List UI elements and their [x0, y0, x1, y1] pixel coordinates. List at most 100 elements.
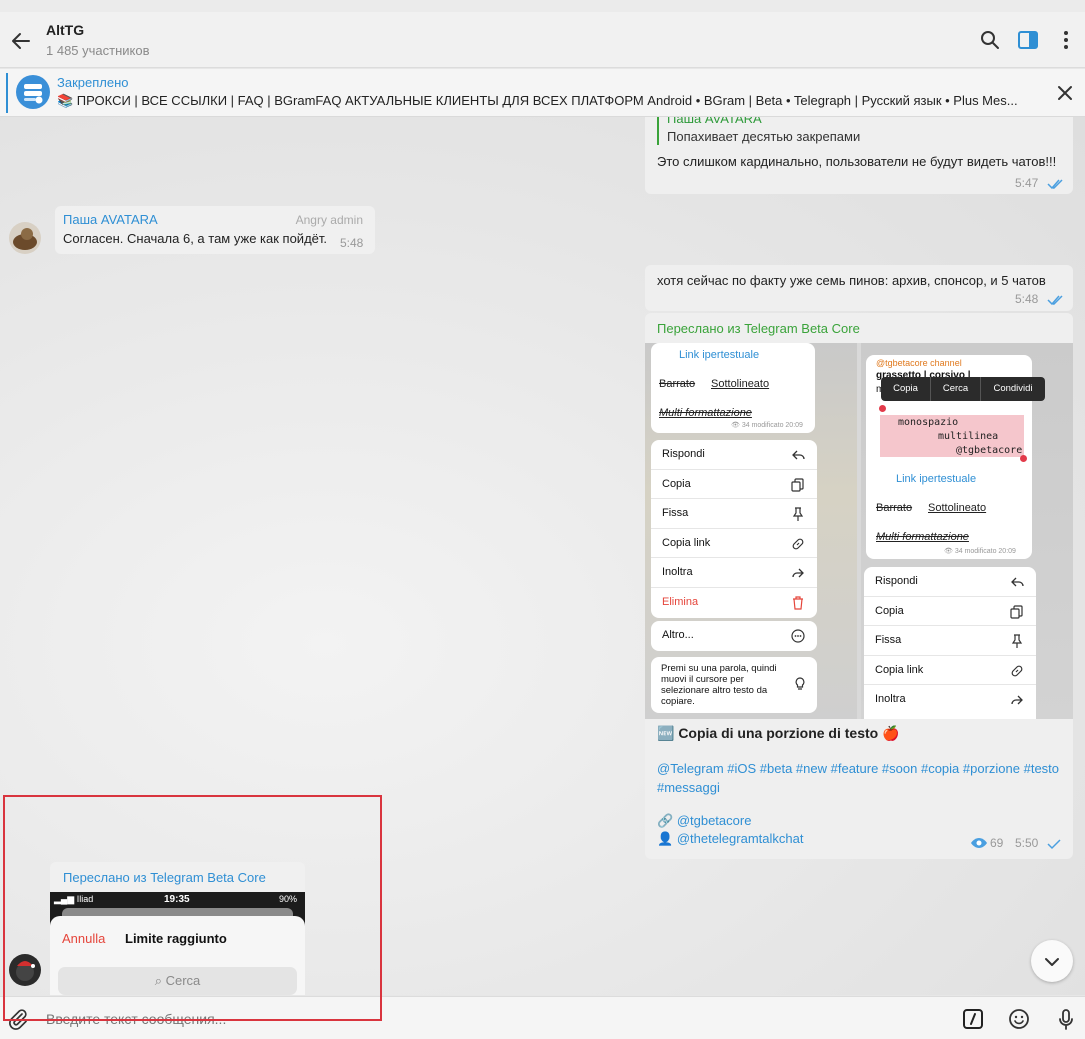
user-emoji: 👤: [657, 831, 674, 846]
search-icon[interactable]: [979, 29, 1001, 51]
screenshot-image[interactable]: Link ipertestuale Barrato Sottolineato M…: [645, 343, 1073, 719]
chat-link[interactable]: @thetelegramtalkchat: [677, 831, 804, 846]
caption-link-2[interactable]: 👤 @thetelegramtalkchat: [657, 831, 803, 847]
message-text: Согласен. Сначала 6, а там уже как пойдё…: [63, 231, 328, 246]
screenshot-message-card: Link ipertestuale Barrato Sottolineato M…: [651, 343, 815, 433]
screenshot-channel-name: @tgbetacore channel: [876, 358, 962, 368]
message-bubble-outgoing[interactable]: Паша AVATARA Попахивает десятью закрепам…: [645, 117, 1073, 194]
menu-item: Rispondi: [651, 440, 817, 470]
message-time: 5:48: [340, 236, 364, 250]
selection-handle-end: [1020, 455, 1027, 462]
pinned-label: Закреплено: [57, 75, 129, 90]
link-icon: [1011, 665, 1023, 677]
caption-title: 🆕 Copia di una porzione di testo 🍎: [657, 725, 900, 741]
popup-copy: Copia: [881, 377, 931, 401]
pin-icon: [1011, 634, 1023, 649]
pinned-thumbnail: [16, 75, 50, 109]
screenshot-selection: monospazio multilinea @tgbetacore: [880, 415, 1024, 457]
menu-item: Copia link: [651, 529, 817, 559]
sidebar-toggle-icon[interactable]: [1017, 29, 1039, 51]
screenshot-strike-text: Barrato: [659, 378, 696, 390]
message-bubble-outgoing[interactable]: хотя сейчас по факту уже семь пинов: арх…: [645, 265, 1073, 311]
screenshot-meta: 👁 34 modificato 20:09: [731, 422, 803, 429]
link-emoji: 🔗: [657, 813, 674, 828]
sender-name[interactable]: Паша AVATARA: [63, 212, 158, 227]
popup-search: Cerca: [931, 377, 981, 401]
message-bubble-forwarded[interactable]: Переслано из Telegram Beta Core Link ipe…: [645, 313, 1073, 859]
reply-text: Попахивает десятью закрепами: [667, 129, 861, 144]
lightbulb-icon: [795, 677, 805, 690]
screenshot-text-popup: Copia Cerca Condividi: [881, 377, 1045, 401]
scroll-down-button[interactable]: [1031, 940, 1073, 982]
chat-title[interactable]: AltTG: [46, 22, 84, 38]
view-count: 69: [990, 836, 1004, 850]
highlight-annotation-box: [3, 795, 382, 1021]
screenshot-multi-text: Multi formattazione: [659, 407, 752, 419]
avatar[interactable]: [9, 222, 41, 254]
double-check-icon: [1047, 179, 1063, 190]
screenshot-context-menu: Rispondi Copia Fissa Copia link Inoltra: [864, 567, 1036, 719]
screenshot-right-panel: @tgbetacore channel grassetto | corsivo …: [861, 343, 1073, 719]
menu-item: Inoltra: [864, 685, 1036, 715]
trash-icon: [793, 596, 803, 610]
screenshot-underline-text: Sottolineato: [711, 378, 770, 390]
reply-author: Паша AVATARA: [667, 117, 762, 126]
pinned-text: 📚 ПРОКСИ | ВСЕ ССЫЛКИ | FAQ | BGramFAQ А…: [57, 93, 1018, 108]
chevron-down-icon: [1045, 958, 1059, 966]
screenshot-context-menu: Rispondi Copia Fissa Copia link Inoltra …: [651, 440, 817, 618]
back-arrow-icon[interactable]: [10, 30, 32, 52]
popup-share: Condividi: [993, 383, 1033, 394]
pinned-indicator: [6, 73, 8, 113]
screenshot-strike-text: Barrato: [876, 502, 913, 514]
caption-link-1[interactable]: 🔗 @tgbetacore: [657, 813, 751, 829]
menu-item: Copia: [651, 470, 817, 500]
message-text: хотя сейчас по факту уже семь пинов: арх…: [657, 273, 1046, 288]
screenshot-mono1: monospazio: [898, 417, 959, 428]
message-time: 5:47: [1015, 176, 1039, 190]
message-time: 5:48: [1015, 292, 1039, 306]
message-text: Это слишком кардинально, пользователи не…: [657, 154, 1057, 169]
copy-icon: [1010, 604, 1023, 619]
menu-item: Copia link: [864, 656, 1036, 686]
more-icon: [791, 629, 805, 643]
message-bubble-incoming[interactable]: Паша AVATARA Angry admin Согласен. Снача…: [55, 206, 375, 254]
menu-item: Inoltra: [651, 558, 817, 588]
member-count: 1 485 участников: [46, 43, 150, 58]
emoji-icon[interactable]: [1008, 1008, 1030, 1030]
pinned-message-bar[interactable]: Закреплено 📚 ПРОКСИ | ВСЕ ССЫЛКИ | FAQ |…: [0, 69, 1085, 117]
message-time: 5:50: [1015, 836, 1039, 850]
screenshot-multi-text: Multi formattazione: [876, 531, 969, 543]
forward-icon: [792, 568, 804, 578]
caption-hashtags[interactable]: @Telegram #iOS #beta #new #feature #soon…: [657, 759, 1062, 797]
menu-item: Fissa: [864, 626, 1036, 656]
bot-commands-icon[interactable]: [962, 1008, 984, 1030]
menu-item: Copia: [864, 597, 1036, 627]
menu-item: Altro...: [651, 621, 817, 651]
menu-item: Elimina: [651, 588, 817, 618]
screenshot-link-text: Link ipertestuale: [679, 349, 760, 361]
reply-icon: [1011, 577, 1024, 587]
double-check-icon: [1047, 295, 1063, 306]
selection-handle-start: [879, 405, 886, 412]
reply-bar: [657, 117, 659, 145]
more-menu-icon[interactable]: [1055, 29, 1077, 51]
screenshot-hint-text: Premi su una parola, quindi muovi il cur…: [661, 663, 777, 707]
chat-header: AltTG 1 485 участников: [0, 12, 1085, 68]
screenshot-link-text: Link ipertestuale: [896, 473, 977, 485]
reply-icon: [792, 450, 805, 460]
screenshot-hint-card: Premi su una parola, quindi muovi il cur…: [651, 657, 817, 713]
microphone-icon[interactable]: [1055, 1008, 1077, 1030]
close-icon[interactable]: [1055, 83, 1075, 103]
menu-item: Rispondi: [864, 567, 1036, 597]
admin-title: Angry admin: [295, 213, 363, 227]
views-eye-icon: [971, 838, 987, 848]
screenshot-meta: 👁 34 modificato 20:09: [944, 548, 1016, 555]
forward-icon: [1011, 695, 1023, 705]
screenshot-mono2: multilinea: [938, 431, 999, 442]
link-icon: [792, 538, 804, 550]
copy-icon: [791, 477, 804, 492]
channel-link[interactable]: @tgbetacore: [677, 813, 752, 828]
forwarded-from-label[interactable]: Переслано из Telegram Beta Core: [657, 321, 860, 336]
window-top-strip: [0, 0, 1085, 12]
single-check-icon: [1047, 839, 1061, 850]
